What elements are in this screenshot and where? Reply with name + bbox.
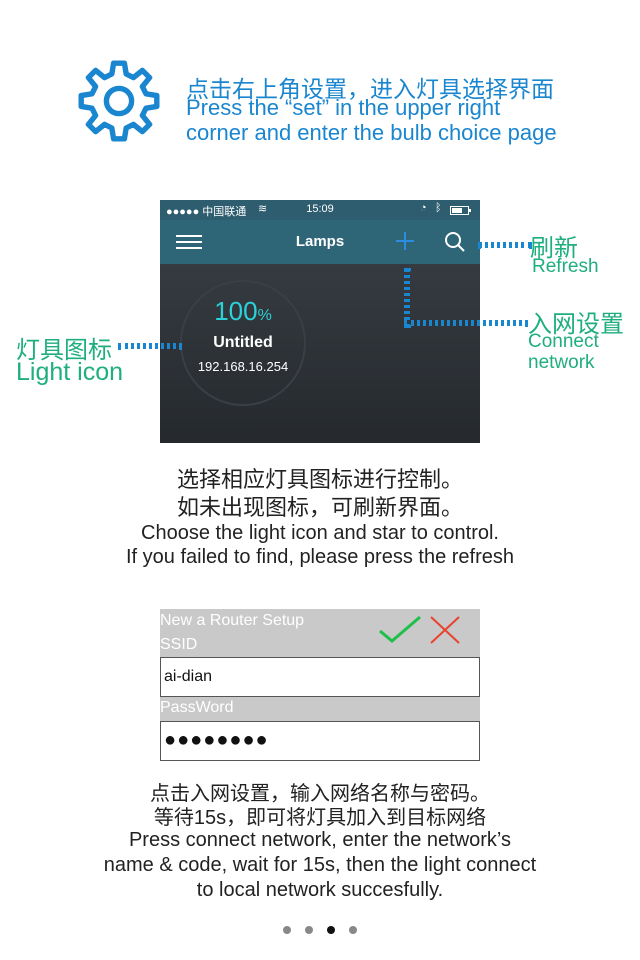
add-icon[interactable] [395, 231, 415, 251]
alarm-icon: ◔ [420, 202, 427, 214]
status-bar: ●●●●● 中国联通 ≋ 15:09 ◔ ᛒ [160, 200, 480, 220]
page-dot[interactable] [305, 926, 313, 934]
page-dot-active[interactable] [327, 926, 335, 934]
page-indicator[interactable] [0, 921, 640, 934]
nav-title: Lamps [295, 233, 345, 250]
ssid-value: ai-dian [164, 668, 213, 685]
password-label: PassWord [160, 699, 234, 716]
choose-instruction-en-line2: If you failed to find, please press the … [126, 546, 514, 568]
lamp-brightness: 100% [182, 296, 304, 327]
lamp-ip: 192.168.16.254 [197, 359, 289, 374]
page-dot[interactable] [349, 926, 357, 934]
form-title: New a Router Setup [160, 612, 305, 629]
password-input[interactable]: ●●●●●●●● [160, 721, 480, 761]
connect-leader-vertical [404, 268, 410, 328]
ssid-label: SSID [160, 636, 198, 653]
connect-instruction-cn-line2: 等待15s，即可将灯具加入到目标网络 [153, 807, 487, 829]
cancel-icon[interactable] [428, 615, 462, 645]
connect-instruction-en-line3: to local network succesfully. [196, 879, 444, 901]
lamp-item[interactable]: 100% Untitled 192.168.16.254 [180, 280, 306, 406]
nav-bar: Lamps [160, 220, 480, 264]
page-dot[interactable] [283, 926, 291, 934]
choose-instruction-en-line1: Choose the light icon and star to contro… [141, 522, 499, 544]
choose-instruction-cn-line2: 如未出现图标，可刷新界面。 [176, 495, 463, 520]
lamp-brightness-value: 100 [214, 296, 258, 326]
bluetooth-icon: ᛒ [435, 202, 442, 214]
status-time: 15:09 [306, 203, 334, 215]
gear-icon [78, 60, 160, 142]
intro-text-en-line2: corner and enter the bulb choice page [186, 120, 557, 145]
lamp-name: Untitled [213, 334, 273, 351]
ssid-input[interactable]: ai-dian [160, 657, 480, 697]
search-icon[interactable] [444, 231, 466, 253]
intro-text-en-line1: Press the “set” in the upper right [186, 95, 501, 120]
refresh-label-en: Refresh [532, 256, 599, 277]
battery-icon [450, 206, 471, 215]
router-setup-form: New a Router Setup SSID ai-dian PassWord… [160, 609, 480, 761]
lamp-brightness-unit: % [257, 307, 272, 324]
connect-leader-horizontal [404, 320, 528, 326]
refresh-leader [478, 242, 532, 248]
connect-label-en-line1: Connect [528, 331, 599, 352]
light-icon-leader [118, 343, 182, 349]
connect-instruction-en-line1: Press connect network, enter the network… [128, 829, 512, 851]
password-value: ●●●●●●●● [164, 729, 269, 751]
connect-instruction-en-line2: name & code, wait for 15s, then the ligh… [103, 854, 537, 876]
confirm-icon[interactable] [378, 615, 422, 645]
light-icon-label-en: Light icon [16, 358, 124, 386]
connect-label-en-line2: network [528, 352, 595, 373]
